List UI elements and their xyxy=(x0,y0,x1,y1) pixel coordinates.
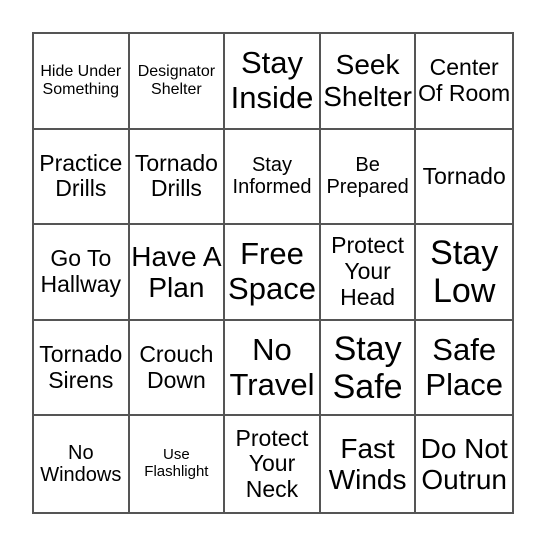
bingo-cell: Tornado Sirens xyxy=(34,320,130,417)
bingo-cell: Fast Winds xyxy=(321,416,417,512)
bingo-cell: Have A Plan xyxy=(129,225,226,321)
bingo-cell: Designator Shelter xyxy=(129,34,226,130)
bingo-cell: Tornado xyxy=(416,130,512,226)
bingo-cell: Stay Informed xyxy=(225,129,321,226)
bingo-board: Hide Under Something Designator Shelter … xyxy=(32,32,514,514)
bingo-cell: Protect Your Neck xyxy=(225,416,321,512)
bingo-cell: No Travel xyxy=(225,320,321,417)
bingo-cell: Safe Place xyxy=(416,321,512,417)
bingo-cell: No Windows xyxy=(34,416,130,512)
bingo-cell: Seek Shelter xyxy=(320,34,417,130)
bingo-cell: Protect Your Head xyxy=(320,225,417,321)
bingo-cell: Go To Hallway xyxy=(34,225,130,321)
bingo-cell: Center Of Room xyxy=(416,34,512,130)
bingo-cell: Hide Under Something xyxy=(34,34,130,130)
bingo-cell: Do Not Outrun xyxy=(420,432,508,496)
bingo-cell: Practice Drills xyxy=(34,129,130,226)
bingo-cell: Tornado Drills xyxy=(129,129,226,226)
bingo-cell: Be Prepared xyxy=(320,129,417,226)
bingo-cell: Stay Safe xyxy=(320,320,417,417)
bingo-cell: Stay Low xyxy=(416,225,512,321)
bingo-cell: Use Flashlight xyxy=(130,416,226,512)
bingo-cell: Crouch Down xyxy=(129,320,226,417)
bingo-cell: Stay Inside xyxy=(225,34,321,130)
free-space-cell: Free Space xyxy=(225,225,321,321)
